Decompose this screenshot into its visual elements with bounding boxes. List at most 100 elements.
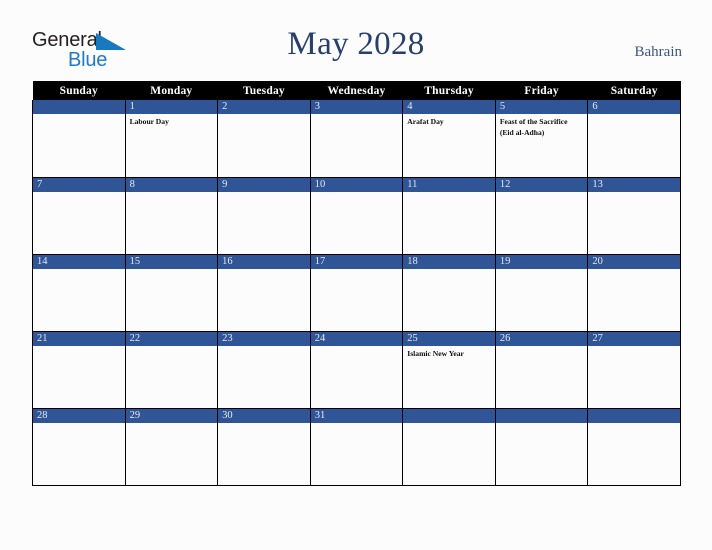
- calendar-day-cell[interactable]: 22: [124, 331, 219, 409]
- day-events: [588, 269, 680, 272]
- day-events: [218, 269, 310, 272]
- weekday-header-row: Sunday Monday Tuesday Wednesday Thursday…: [32, 81, 681, 100]
- day-number: 28: [33, 408, 125, 423]
- calendar-day-cell[interactable]: 4 Arafat Day: [402, 100, 496, 178]
- day-number: 1: [125, 100, 218, 114]
- weekday-header-wednesday: Wednesday: [310, 81, 403, 100]
- calendar-day-cell[interactable]: 21: [32, 331, 126, 409]
- day-number: 4: [403, 100, 495, 114]
- day-events: [33, 423, 125, 426]
- day-number: 16: [218, 254, 310, 269]
- day-number: 21: [33, 331, 125, 346]
- day-events: [496, 346, 588, 349]
- calendar-day-cell[interactable]: 20: [587, 254, 681, 332]
- calendar-day-cell[interactable]: 8: [124, 177, 219, 255]
- weekday-header-thursday: Thursday: [402, 81, 496, 100]
- day-events: [33, 114, 125, 117]
- calendar-day-cell[interactable]: 31: [309, 408, 404, 486]
- day-number: 23: [218, 331, 310, 346]
- day-events: [311, 346, 403, 349]
- calendar-week-row: 14 15 16 17 18 19 20: [32, 254, 681, 332]
- calendar-day-cell[interactable]: 10: [309, 177, 404, 255]
- calendar-week-row: 7 8 9 10 11 12 13: [32, 177, 681, 255]
- calendar-day-cell[interactable]: 14: [32, 254, 126, 332]
- calendar-day-cell[interactable]: 25 Islamic New Year: [402, 331, 496, 409]
- day-events: Feast of the Sacrifice (Eid al-Adha): [496, 114, 588, 138]
- day-number: 31: [310, 408, 403, 423]
- calendar-day-cell[interactable]: 2: [217, 100, 311, 178]
- day-number: 13: [588, 177, 680, 192]
- day-events: [496, 423, 588, 426]
- calendar-day-cell[interactable]: 11: [402, 177, 496, 255]
- day-number: 10: [310, 177, 403, 192]
- day-events: [33, 346, 125, 349]
- day-events: [126, 192, 218, 195]
- calendar-week-row: 21 22 23 24 25 Islamic New Year 26 27: [32, 331, 681, 409]
- calendar-week-row: 28 29 30 31: [32, 408, 681, 486]
- country-label: Bahrain: [634, 44, 682, 60]
- weekday-header-friday: Friday: [495, 81, 588, 100]
- calendar-empty-cell: [402, 408, 496, 486]
- calendar-empty-cell: [494, 408, 589, 486]
- day-events: [311, 114, 403, 117]
- calendar-day-cell[interactable]: 6: [587, 100, 681, 178]
- day-number: 26: [495, 331, 588, 346]
- calendar-day-cell[interactable]: 1 Labour Day: [124, 100, 219, 178]
- holiday-label: Labour Day: [129, 117, 169, 126]
- calendar-day-cell[interactable]: 28: [32, 408, 126, 486]
- day-number: [495, 408, 588, 423]
- calendar-day-cell[interactable]: 27: [587, 331, 681, 409]
- day-events: Labour Day: [126, 114, 218, 128]
- day-number: 2: [218, 100, 310, 114]
- day-events: [311, 269, 403, 272]
- calendar-day-cell[interactable]: 3: [309, 100, 404, 178]
- day-number: 19: [495, 254, 588, 269]
- day-events: [218, 192, 310, 195]
- weekday-header-saturday: Saturday: [587, 81, 681, 100]
- calendar-body: 1 Labour Day 2 3 4 Arafat Day 5 Feast of the Sa…: [32, 100, 681, 486]
- calendar-day-cell[interactable]: 18: [402, 254, 496, 332]
- calendar-day-cell[interactable]: 23: [217, 331, 311, 409]
- calendar-day-cell[interactable]: 5 Feast of the Sacrifice (Eid al-Adha): [494, 100, 589, 178]
- calendar-day-cell[interactable]: 29: [124, 408, 219, 486]
- calendar-day-cell[interactable]: 15: [124, 254, 219, 332]
- day-number: 7: [33, 177, 125, 192]
- calendar-day-cell[interactable]: 7: [32, 177, 126, 255]
- day-events: [218, 346, 310, 349]
- day-number: 15: [125, 254, 218, 269]
- calendar-day-cell[interactable]: 26: [494, 331, 589, 409]
- calendar-day-cell[interactable]: 12: [494, 177, 589, 255]
- weekday-header-sunday: Sunday: [32, 81, 126, 100]
- page-title: May 2028: [287, 26, 425, 62]
- day-number: [588, 408, 680, 423]
- calendar-page: General Blue May 2028 Bahrain Sunday Mon…: [0, 0, 712, 550]
- day-number: [403, 408, 495, 423]
- day-events: [126, 346, 218, 349]
- calendar-day-cell[interactable]: 13: [587, 177, 681, 255]
- holiday-label: Islamic New Year: [407, 348, 464, 358]
- day-events: [311, 423, 403, 426]
- calendar-day-cell[interactable]: 16: [217, 254, 311, 332]
- day-number: 3: [310, 100, 403, 114]
- calendar-day-cell[interactable]: 24: [309, 331, 404, 409]
- day-events: [33, 192, 125, 195]
- day-number: 22: [125, 331, 218, 346]
- day-events: Islamic New Year: [403, 346, 495, 360]
- day-number: 25: [403, 331, 495, 346]
- day-number: 30: [218, 408, 310, 423]
- day-number: 14: [33, 254, 125, 269]
- day-events: [126, 269, 218, 272]
- day-number: 6: [588, 100, 680, 114]
- calendar-day-cell[interactable]: 30: [217, 408, 311, 486]
- weekday-header-tuesday: Tuesday: [217, 81, 311, 100]
- calendar-day-cell[interactable]: 19: [494, 254, 589, 332]
- day-number: 8: [125, 177, 218, 192]
- day-events: [403, 192, 495, 195]
- day-number: 20: [588, 254, 680, 269]
- holiday-label: Arafat Day: [407, 117, 444, 126]
- day-number: 9: [218, 177, 310, 192]
- day-events: [218, 423, 310, 426]
- calendar-day-cell[interactable]: 9: [217, 177, 311, 255]
- calendar-day-cell[interactable]: 17: [309, 254, 404, 332]
- day-number: 29: [125, 408, 218, 423]
